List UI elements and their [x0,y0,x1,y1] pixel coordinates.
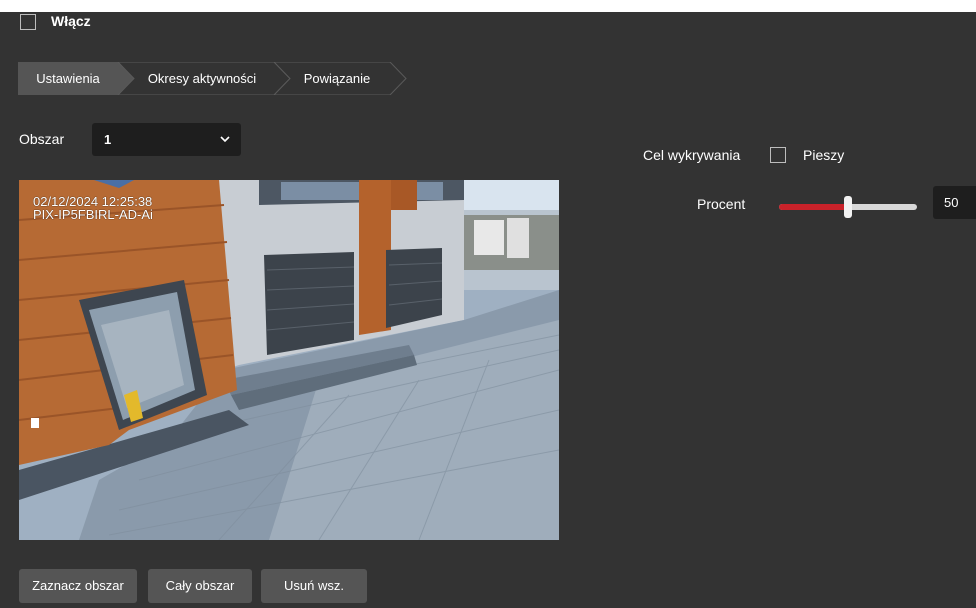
osd-camera-name: PIX-IP5FBIRL-AD-Ai [33,207,153,222]
pedestrian-checkbox[interactable] [770,147,786,163]
pedestrian-label: Pieszy [803,147,845,163]
chevron-down-icon [220,136,230,143]
tab-settings[interactable]: Ustawienia [18,62,118,95]
camera-scene-image [19,180,559,540]
percent-slider[interactable] [779,196,917,218]
video-preview[interactable]: 02/12/2024 12:25:38 PIX-IP5FBIRL-AD-Ai [19,180,559,540]
percent-input-value: 50 [944,195,959,210]
enable-label: Włącz [51,13,91,29]
area-label: Obszar [19,131,65,147]
percent-label: Procent [697,196,746,212]
detection-target-label: Cel wykrywania [643,147,741,163]
tab-linkage[interactable]: Powiązanie [284,62,390,95]
tab-activity-periods[interactable]: Okresy aktywności [128,62,276,95]
percent-input[interactable]: 50 [933,186,976,219]
enable-checkbox[interactable] [20,14,36,30]
area-select[interactable]: 1 [92,123,241,156]
top-strip [0,0,976,12]
full-area-button[interactable]: Cały obszar [148,569,252,603]
mark-area-button[interactable]: Zaznacz obszar [19,569,137,603]
slider-fill [779,204,846,210]
delete-all-button[interactable]: Usuń wsz. [261,569,367,603]
settings-panel: Włącz Ustawienia Okresy aktywności Powią… [0,0,976,608]
area-select-value: 1 [104,132,112,147]
slider-thumb[interactable] [844,196,852,218]
